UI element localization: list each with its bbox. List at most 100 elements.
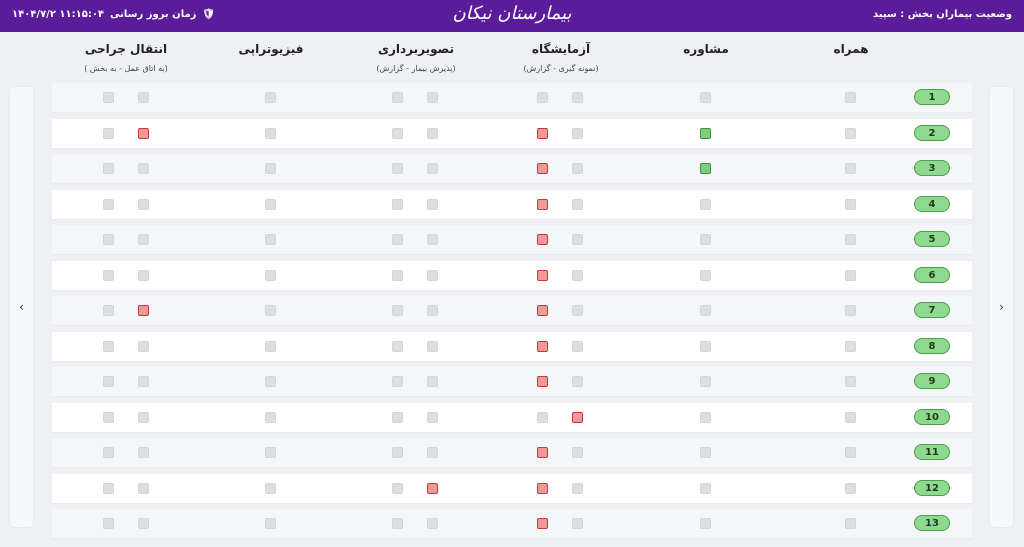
surgery-to-or-status[interactable] (138, 518, 149, 529)
consult-status[interactable] (700, 447, 711, 458)
companion-status[interactable] (845, 127, 856, 139)
imaging-admit-status[interactable] (392, 92, 403, 103)
lab-report-status[interactable] (537, 163, 548, 174)
physio-status[interactable] (265, 411, 276, 423)
imaging-report-status[interactable] (427, 305, 438, 316)
consult-status[interactable] (700, 376, 711, 387)
physio-status[interactable] (265, 340, 276, 352)
surgery-to-ward-status[interactable] (103, 482, 114, 494)
physio-status[interactable] (265, 447, 276, 458)
companion-status[interactable] (845, 482, 856, 494)
companion-status[interactable] (845, 411, 856, 423)
surgery-to-or-status[interactable] (138, 198, 149, 210)
imaging-report-status[interactable] (427, 127, 438, 139)
imaging-report-status[interactable] (427, 163, 438, 174)
lab-report-status[interactable] (537, 269, 548, 281)
companion-status[interactable] (845, 269, 856, 281)
lab-sampling-status[interactable] (572, 518, 583, 529)
lab-sampling-status[interactable] (572, 127, 583, 139)
bed-number-badge[interactable]: 8 (914, 337, 950, 354)
companion-status[interactable] (845, 376, 856, 387)
bed-number-badge[interactable]: 7 (914, 302, 950, 318)
consult-status[interactable] (700, 234, 711, 245)
consult-status[interactable] (700, 518, 711, 529)
imaging-report-status[interactable] (427, 447, 438, 458)
imaging-report-status[interactable] (427, 234, 438, 245)
lab-sampling-status[interactable] (572, 305, 583, 316)
bed-number-badge[interactable]: 4 (914, 195, 950, 212)
consult-status[interactable] (700, 127, 711, 139)
imaging-report-status[interactable] (427, 198, 438, 210)
companion-status[interactable] (845, 198, 856, 210)
imaging-report-status[interactable] (427, 376, 438, 387)
surgery-to-ward-status[interactable] (103, 234, 114, 245)
physio-status[interactable] (265, 269, 276, 281)
imaging-admit-status[interactable] (392, 198, 403, 210)
surgery-to-or-status[interactable] (138, 92, 149, 103)
surgery-to-ward-status[interactable] (103, 305, 114, 316)
imaging-report-status[interactable] (427, 269, 438, 281)
consult-status[interactable] (700, 163, 711, 174)
surgery-to-ward-status[interactable] (103, 198, 114, 210)
lab-sampling-status[interactable] (572, 411, 583, 423)
lab-report-status[interactable] (537, 482, 548, 494)
consult-status[interactable] (700, 305, 711, 316)
lab-sampling-status[interactable] (572, 482, 583, 494)
surgery-to-ward-status[interactable] (103, 127, 114, 139)
surgery-to-ward-status[interactable] (103, 518, 114, 529)
lab-report-status[interactable] (537, 411, 548, 423)
lab-sampling-status[interactable] (572, 163, 583, 174)
physio-status[interactable] (265, 234, 276, 245)
physio-status[interactable] (265, 376, 276, 387)
companion-status[interactable] (845, 163, 856, 174)
physio-status[interactable] (265, 482, 276, 494)
consult-status[interactable] (700, 92, 711, 103)
consult-status[interactable] (700, 269, 711, 281)
bed-number-badge[interactable]: 9 (914, 373, 950, 389)
lab-report-status[interactable] (537, 340, 548, 352)
imaging-admit-status[interactable] (392, 163, 403, 174)
bed-number-badge[interactable]: 6 (914, 266, 950, 283)
surgery-to-ward-status[interactable] (103, 163, 114, 174)
surgery-to-or-status[interactable] (138, 269, 149, 281)
consult-status[interactable] (700, 198, 711, 210)
imaging-report-status[interactable] (427, 411, 438, 423)
physio-status[interactable] (265, 127, 276, 139)
surgery-to-or-status[interactable] (138, 411, 149, 423)
surgery-to-ward-status[interactable] (103, 376, 114, 387)
imaging-report-status[interactable] (427, 340, 438, 352)
surgery-to-or-status[interactable] (138, 482, 149, 494)
imaging-report-status[interactable] (427, 92, 438, 103)
surgery-to-ward-status[interactable] (103, 340, 114, 352)
bed-number-badge[interactable]: 12 (914, 479, 950, 496)
imaging-admit-status[interactable] (392, 482, 403, 494)
bed-number-badge[interactable]: 10 (914, 408, 950, 425)
bed-number-badge[interactable]: 5 (914, 231, 950, 247)
imaging-admit-status[interactable] (392, 447, 403, 458)
imaging-admit-status[interactable] (392, 411, 403, 423)
imaging-report-status[interactable] (427, 482, 438, 494)
imaging-admit-status[interactable] (392, 234, 403, 245)
companion-status[interactable] (845, 518, 856, 529)
companion-status[interactable] (845, 447, 856, 458)
physio-status[interactable] (265, 92, 276, 103)
consult-status[interactable] (700, 482, 711, 494)
imaging-admit-status[interactable] (392, 269, 403, 281)
surgery-to-ward-status[interactable] (103, 411, 114, 423)
surgery-to-or-status[interactable] (138, 305, 149, 316)
surgery-to-or-status[interactable] (138, 447, 149, 458)
imaging-admit-status[interactable] (392, 305, 403, 316)
lab-sampling-status[interactable] (572, 447, 583, 458)
lab-sampling-status[interactable] (572, 269, 583, 281)
lab-report-status[interactable] (537, 447, 548, 458)
lab-sampling-status[interactable] (572, 198, 583, 210)
bed-number-badge[interactable]: 1 (914, 89, 950, 105)
lab-report-status[interactable] (537, 127, 548, 139)
lab-sampling-status[interactable] (572, 92, 583, 103)
surgery-to-ward-status[interactable] (103, 269, 114, 281)
lab-report-status[interactable] (537, 92, 548, 103)
bed-number-badge[interactable]: 13 (914, 515, 950, 531)
lab-report-status[interactable] (537, 234, 548, 245)
consult-status[interactable] (700, 411, 711, 423)
companion-status[interactable] (845, 92, 856, 103)
